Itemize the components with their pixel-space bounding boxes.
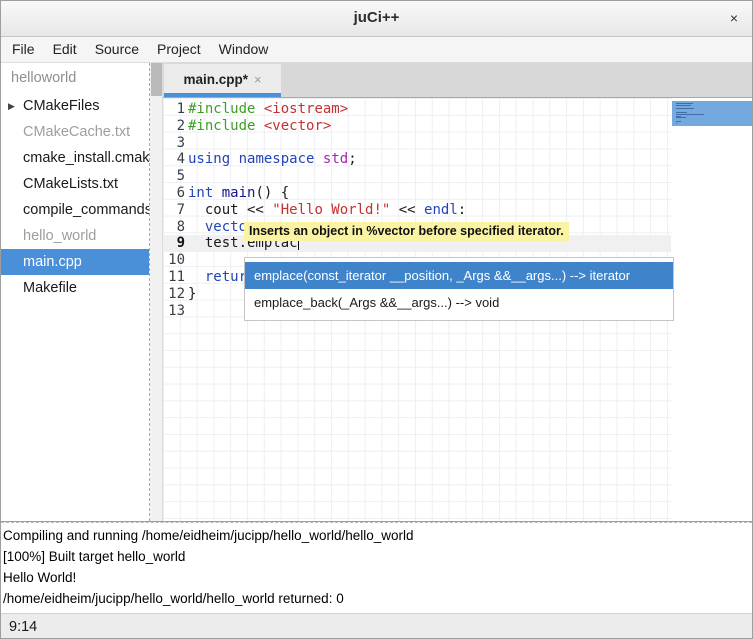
code-line: #include <iostream> [188, 101, 671, 118]
line-number: 4 [163, 151, 185, 168]
completion-item[interactable]: emplace_back(_Args &&__args...) --> void [245, 289, 673, 316]
line-number: 11 [163, 269, 185, 286]
sidebar-item-makefile[interactable]: Makefile [1, 275, 149, 301]
minimap-viewport[interactable] [672, 101, 752, 126]
autocomplete-popup: emplace(const_iterator __position, _Args… [244, 257, 674, 321]
line-number: 9 [163, 235, 185, 252]
file-label: CMakeFiles [23, 98, 100, 114]
minimap-line [676, 117, 686, 118]
minimap-line [676, 105, 691, 106]
completion-item[interactable]: emplace(const_iterator __position, _Args… [245, 262, 673, 289]
jucipp-window: juCi++ × FileEditSourceProjectWindow hel… [0, 0, 753, 639]
terminal-line: /home/eidheim/jucipp/hello_world/hello_w… [3, 588, 752, 609]
cursor-position: 9:14 [9, 619, 37, 635]
sidebar-item-cmake-install-cmake[interactable]: cmake_install.cmake [1, 145, 149, 171]
code-line [188, 135, 671, 152]
code-line: #include <vector> [188, 118, 671, 135]
menubar: FileEditSourceProjectWindow [1, 37, 752, 63]
line-number: 2 [163, 118, 185, 135]
file-label: hello_world [23, 228, 96, 244]
code-line: using namespace std; [188, 151, 671, 168]
sidebar-item-compile-commands-[interactable]: compile_commands. [1, 197, 149, 223]
menu-source[interactable]: Source [86, 37, 148, 63]
tab-label: main.cpp* [183, 72, 248, 87]
line-number-gutter: 12345678910111213 [163, 101, 185, 319]
line-number: 7 [163, 202, 185, 219]
file-label: main.cpp [23, 254, 82, 270]
line-number: 3 [163, 135, 185, 152]
sidebar-item-cmakelists-txt[interactable]: CMakeLists.txt [1, 171, 149, 197]
line-number: 12 [163, 286, 185, 303]
file-label: CMakeLists.txt [23, 176, 118, 192]
code-line: cout << "Hello World!" << endl: [188, 202, 671, 219]
file-list: ▶ CMakeFiles CMakeCache.txt cmake_install.c… [1, 93, 149, 301]
terminal-line: Hello World! [3, 567, 752, 588]
doc-tooltip: Inserts an object in %vector before spec… [244, 222, 569, 241]
close-window-icon[interactable]: × [730, 10, 738, 26]
tab-close-icon[interactable]: × [254, 72, 262, 87]
line-number: 6 [163, 185, 185, 202]
line-number: 1 [163, 101, 185, 118]
window-title: juCi++ [1, 9, 752, 26]
terminal-line: Compiling and running /home/eidheim/juci… [3, 525, 752, 546]
minimap-line [676, 123, 677, 124]
sidebar-item-cmakecache-txt[interactable]: CMakeCache.txt [1, 119, 149, 145]
menu-edit[interactable]: Edit [44, 37, 86, 63]
code-line: int main() { [188, 185, 671, 202]
line-number: 8 [163, 219, 185, 236]
terminal-output: Compiling and running /home/eidheim/juci… [1, 522, 752, 613]
sidebar-item-cmakefiles[interactable]: ▶ CMakeFiles [1, 93, 149, 119]
file-label: cmake_install.cmake [23, 150, 149, 166]
file-tree-sidebar: helloworld ▶ CMakeFiles CMakeCache.txt cmak… [1, 63, 150, 521]
statusbar: 9:14 [1, 613, 752, 639]
minimap-line [676, 108, 694, 109]
minimap[interactable] [672, 98, 752, 521]
menu-window[interactable]: Window [210, 37, 278, 63]
terminal-line: [100%] Built target hello_world [3, 546, 752, 567]
menu-file[interactable]: File [3, 37, 44, 63]
sidebar-item-hello-world[interactable]: hello_world [1, 223, 149, 249]
project-name[interactable]: helloworld [1, 63, 149, 93]
line-number: 13 [163, 303, 185, 320]
file-label: Makefile [23, 280, 77, 296]
sidebar-scrollbar-thumb[interactable] [151, 63, 162, 96]
sidebar-item-main-cpp[interactable]: main.cpp [1, 249, 149, 275]
tab-main-cpp[interactable]: main.cpp* × [164, 64, 281, 97]
file-label: compile_commands. [23, 202, 149, 218]
expander-icon[interactable]: ▶ [8, 93, 15, 119]
titlebar: juCi++ × [1, 1, 752, 37]
menu-project[interactable]: Project [148, 37, 210, 63]
sidebar-scrollbar[interactable] [150, 63, 163, 521]
line-number: 10 [163, 252, 185, 269]
line-number: 5 [163, 168, 185, 185]
code-line [188, 168, 671, 185]
tab-bar: main.cpp* × [163, 63, 752, 98]
file-label: CMakeCache.txt [23, 124, 130, 140]
